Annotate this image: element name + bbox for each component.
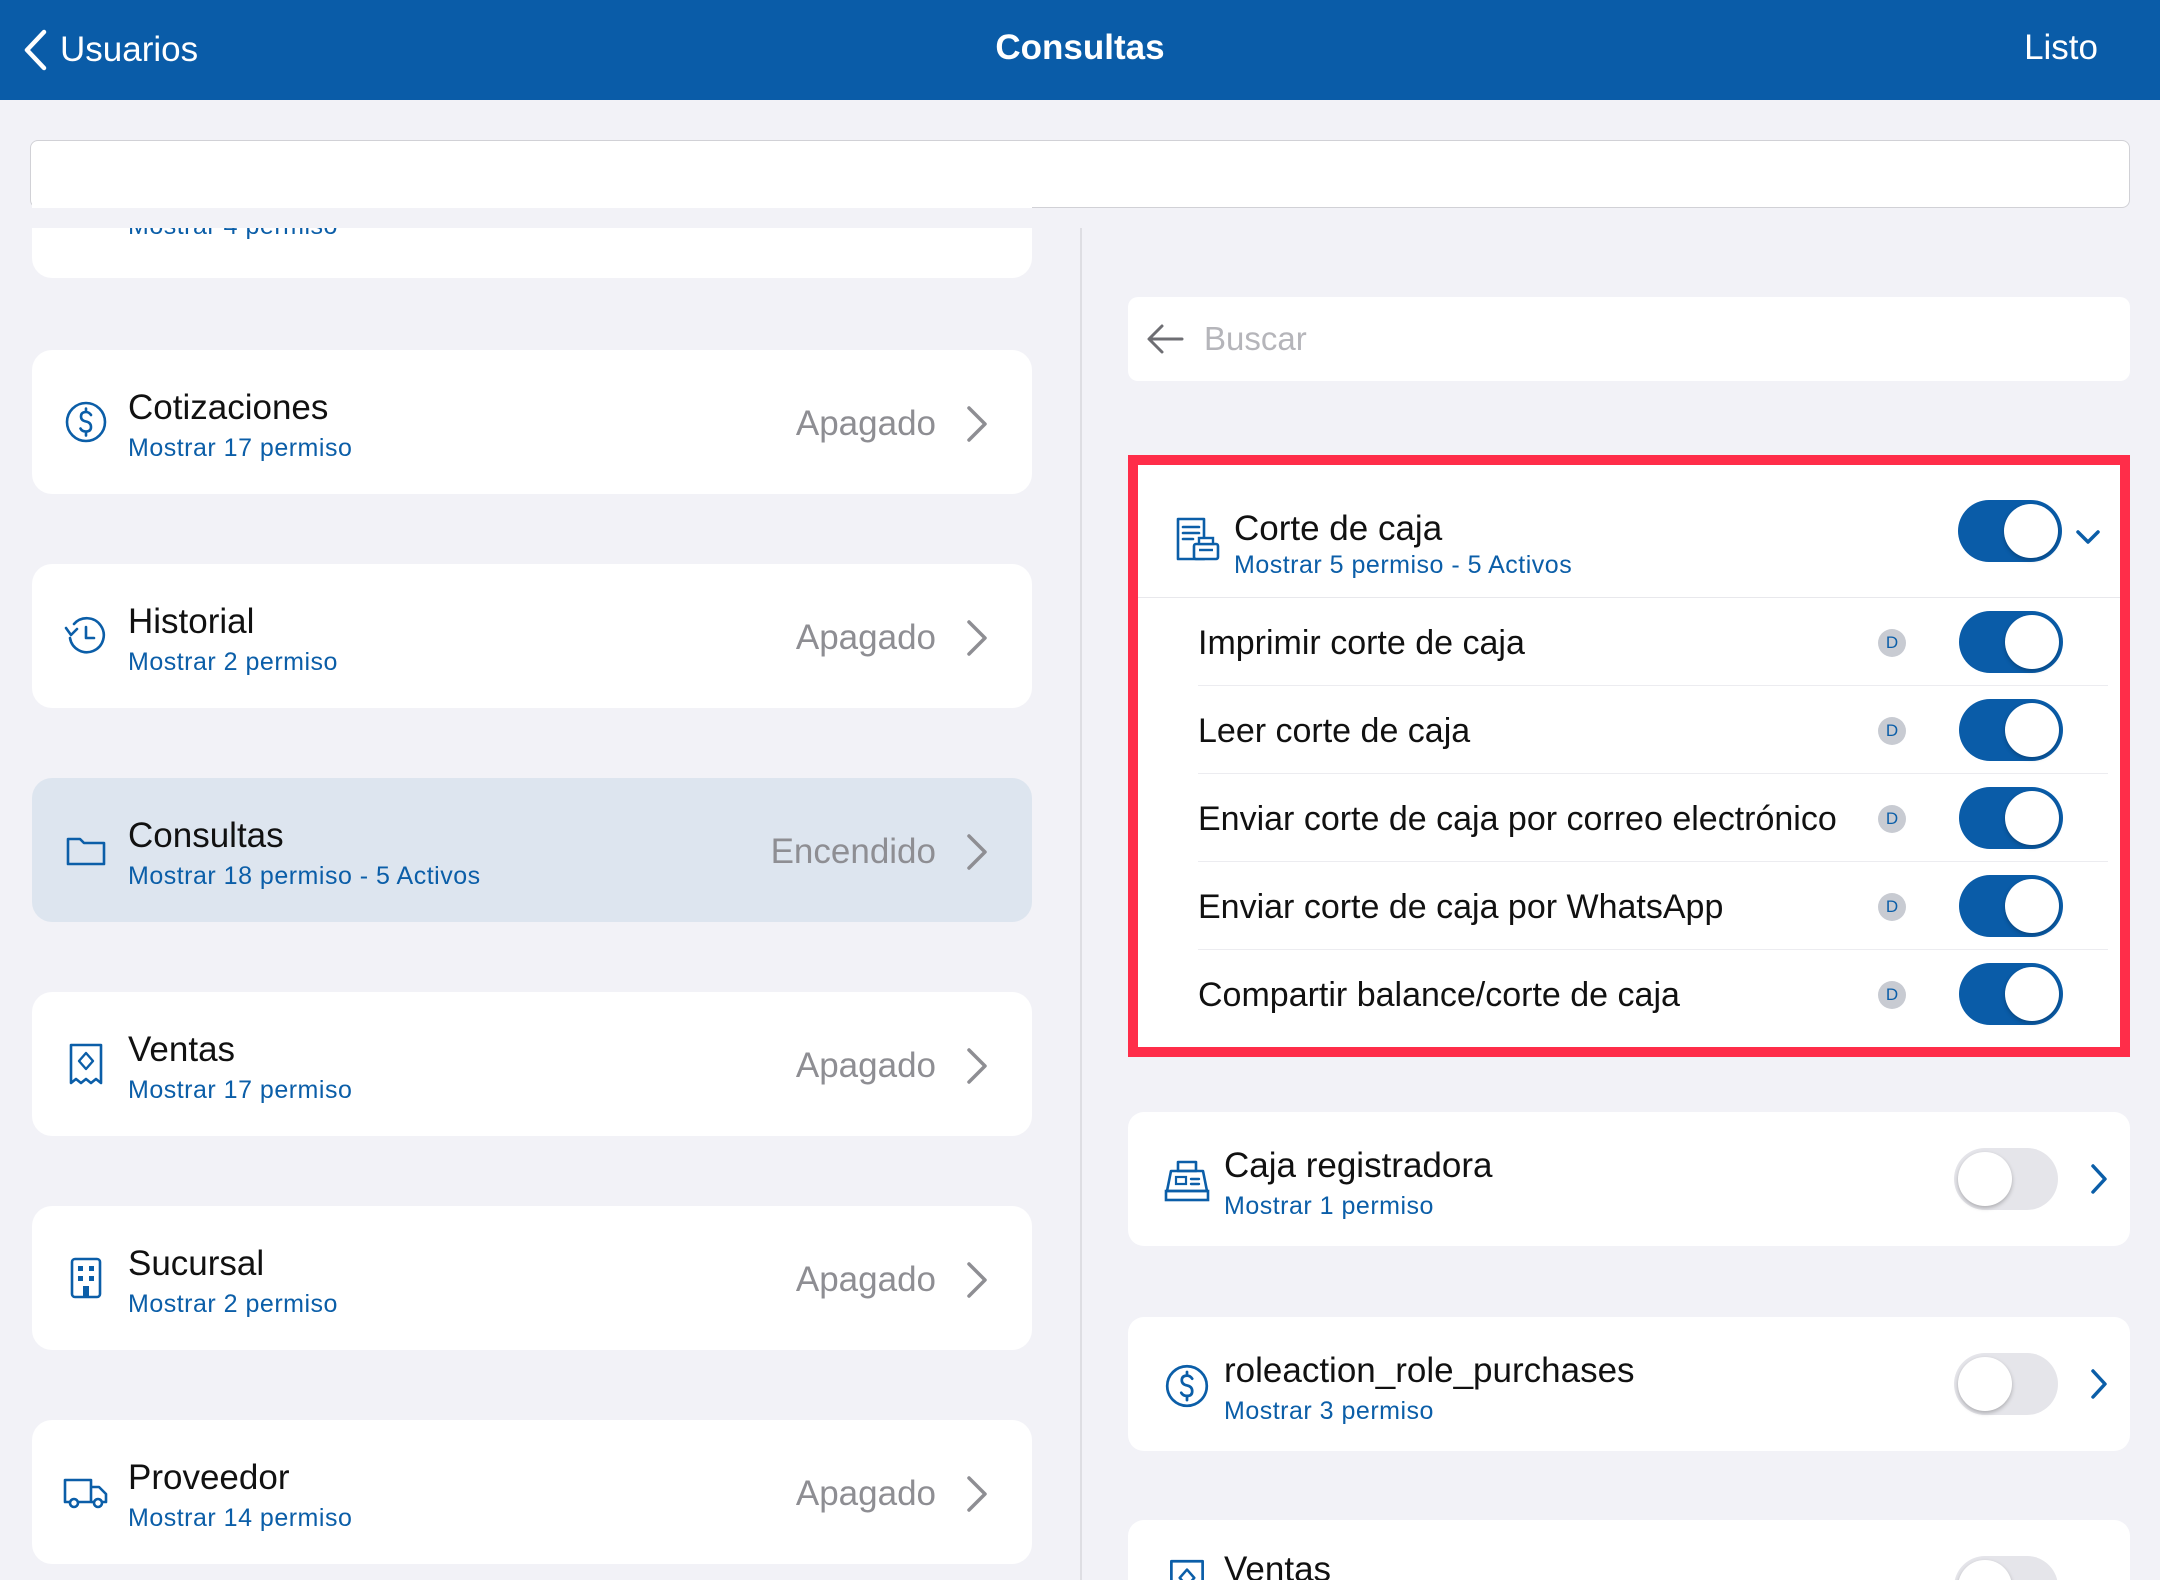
permission-label: Enviar corte de caja por WhatsApp [1198,888,1724,926]
permission-row: Enviar corte de caja por correo electrón… [1198,774,2108,862]
permission-label: Imprimir corte de caja [1198,624,1525,662]
sidebar-item-sucursal[interactable]: Sucursal Mostrar 2 permiso Apagado [32,1206,1032,1350]
receipt-icon [1170,1559,1204,1580]
permission-badge: D [1878,717,1906,745]
list-item-status: Apagado [795,618,936,657]
sidebar-item-ventas[interactable]: Ventas Mostrar 17 permiso Apagado [32,992,1032,1136]
list-item-subtitle: Mostrar 2 permiso [128,1290,338,1318]
search-input[interactable] [1204,297,2104,381]
receipt-icon [69,1043,103,1085]
permission-toggle[interactable] [1959,963,2063,1025]
list-item-title: Historial [128,602,255,641]
sidebar-item-historial[interactable]: Historial Mostrar 2 permiso Apagado [32,564,1032,708]
permission-row: Imprimir corte de caja D [1198,598,2108,686]
permission-toggle[interactable] [1959,611,2063,673]
permission-row: Leer corte de caja D [1198,686,2108,774]
group-toggle[interactable] [1954,1148,2058,1210]
sidebar-item-proveedor[interactable]: Proveedor Mostrar 14 permiso Apagado [32,1420,1032,1564]
group-header[interactable]: Corte de caja Mostrar 5 permiso - 5 Acti… [1138,465,2120,598]
permission-badge: D [1878,629,1906,657]
chevron-down-icon[interactable] [2074,525,2102,549]
back-button-label: Usuarios [60,30,199,69]
group-subtitle: Mostrar 3 permiso [1224,1397,1434,1425]
permission-toggle[interactable] [1959,787,2063,849]
list-item-status: Apagado [795,1474,936,1513]
truck-icon [63,1478,108,1509]
cash-report-icon [1176,517,1220,561]
cash-register-icon [1164,1160,1210,1202]
list-item-subtitle: Mostrar 17 permiso [128,1076,353,1104]
list-item-title: Proveedor [128,1458,290,1497]
building-icon [70,1257,102,1299]
history-icon [64,616,106,654]
list-item-status: Encendido [770,832,936,871]
group-title: Caja registradora [1224,1146,1493,1185]
permission-badge: D [1878,805,1906,833]
sidebar-item-consultas[interactable]: Consultas Mostrar 18 permiso - 5 Activos… [32,778,1032,922]
chevron-right-icon [967,1262,987,1298]
list-clip [0,208,1078,228]
list-item-title: Cotizaciones [128,388,329,427]
permission-label: Leer corte de caja [1198,712,1471,750]
chevron-right-icon [967,834,987,870]
chevron-right-icon [2091,1369,2107,1399]
chevron-left-icon [24,29,47,71]
permission-toggle[interactable] [1959,699,2063,761]
list-item-status: Apagado [795,1260,936,1299]
list-item-title: Sucursal [128,1244,265,1283]
group-title: Ventas [1224,1550,1332,1580]
permission-label: Compartir balance/corte de caja [1198,976,1680,1014]
list-item-title: Consultas [128,816,284,855]
list-item-subtitle: Mostrar 17 permiso [128,434,353,462]
group-subtitle: Mostrar 5 permiso - 5 Activos [1234,551,1573,579]
permission-label: Enviar corte de caja por correo electrón… [1198,800,1837,838]
group-toggle[interactable] [1954,1556,2058,1580]
chevron-right-icon [967,406,987,442]
back-button[interactable]: Usuarios [22,22,198,78]
chevron-right-icon [967,1048,987,1084]
group-title: Corte de caja [1234,509,1443,548]
list-item-subtitle: Mostrar 18 permiso - 5 Activos [128,862,481,890]
list-item-subtitle: Mostrar 14 permiso [128,1504,353,1532]
dollar-circle-icon [1165,1364,1209,1408]
arrow-left-icon[interactable] [1142,315,1190,363]
search-bar [1128,297,2130,381]
split-divider [1080,228,1082,1580]
dollar-circle-icon [65,401,107,443]
permission-toggle[interactable] [1959,875,2063,937]
folder-icon [66,837,106,866]
expanded-permission-group: Corte de caja Mostrar 5 permiso - 5 Acti… [1128,455,2130,1057]
group-toggle[interactable] [1954,1353,2058,1415]
list-item-subtitle: Mostrar 2 permiso [128,648,338,676]
chevron-right-icon [967,620,987,656]
permission-row: Enviar corte de caja por WhatsApp D [1198,862,2108,950]
group-toggle[interactable] [1958,500,2062,562]
permission-badge: D [1878,981,1906,1009]
chevron-right-icon [2091,1164,2107,1194]
done-button[interactable]: Listo [2024,28,2098,68]
list-item-status: Apagado [795,1046,936,1085]
permission-group-ventas[interactable]: Ventas [1128,1520,2130,1580]
list-item-status: Apagado [795,404,936,443]
group-subtitle: Mostrar 1 permiso [1224,1192,1434,1220]
page-title: Consultas [995,28,1165,67]
list-item-title: Ventas [128,1030,236,1069]
navigation-bar: Usuarios Consultas Listo [0,0,2160,100]
permission-row: Compartir balance/corte de caja D [1198,950,2108,1038]
permission-group-caja-registradora[interactable]: Caja registradora Mostrar 1 permiso [1128,1112,2130,1246]
sidebar-item-cotizaciones[interactable]: Cotizaciones Mostrar 17 permiso Apagado [32,350,1032,494]
permission-group-role-purchases[interactable]: roleaction_role_purchases Mostrar 3 perm… [1128,1317,2130,1451]
permission-badge: D [1878,893,1906,921]
chevron-right-icon [967,1476,987,1512]
group-title: roleaction_role_purchases [1224,1351,1635,1390]
